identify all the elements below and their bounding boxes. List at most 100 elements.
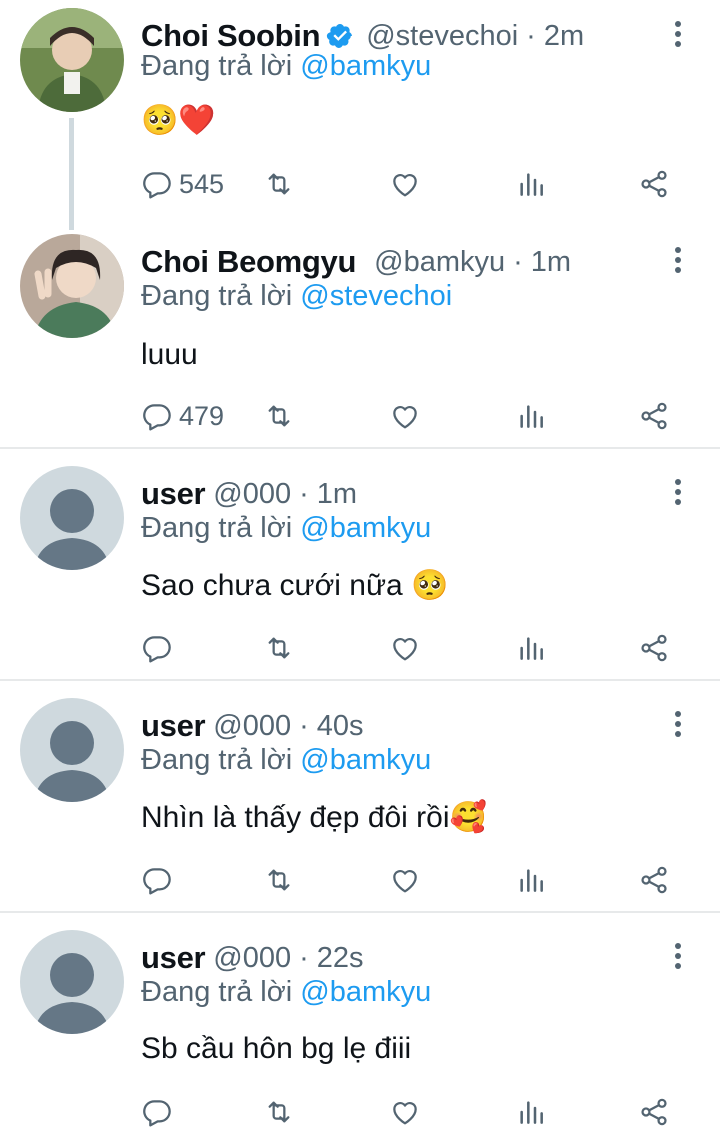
author-name[interactable]: Choi Beomgyu <box>141 244 356 280</box>
tweet-text: Sao chưa cưới nữa 🥺 <box>141 569 449 602</box>
analytics-icon <box>520 1101 543 1124</box>
retweet-button[interactable] <box>263 626 295 670</box>
tweet-text: luuu <box>141 338 198 371</box>
author-name[interactable]: user <box>141 476 206 512</box>
separator-dot: · <box>513 245 523 278</box>
reply-icon <box>143 172 171 199</box>
like-button[interactable] <box>389 162 421 206</box>
share-button[interactable] <box>638 162 670 206</box>
timestamp[interactable]: 1m <box>531 246 571 279</box>
tweet-item[interactable]: user @000 · 22s Đang trả lời @bamkyu Sb … <box>0 922 720 1138</box>
more-options-icon[interactable] <box>666 240 690 280</box>
heart-icon <box>393 637 417 661</box>
share-button[interactable] <box>638 394 670 438</box>
tweet-item[interactable]: user @000 · 40s Đang trả lời @bamkyu Nhì… <box>0 690 720 912</box>
replying-to-handle[interactable]: @bamkyu <box>300 744 431 776</box>
tweet-divider <box>0 447 720 449</box>
analytics-button[interactable] <box>515 626 547 670</box>
tweet-header: user @000 · 40s <box>141 704 364 748</box>
author-handle[interactable]: @000 <box>213 710 291 743</box>
retweet-icon <box>268 637 290 659</box>
timestamp[interactable]: 1m <box>317 478 357 511</box>
verified-badge-icon <box>327 24 353 48</box>
share-button[interactable] <box>638 1090 670 1134</box>
author-name[interactable]: user <box>141 708 206 744</box>
more-options-icon[interactable] <box>666 472 690 512</box>
analytics-button[interactable] <box>515 1090 547 1134</box>
separator-dot: · <box>526 19 536 52</box>
reply-button[interactable]: 479 <box>141 394 224 438</box>
reply-count: 479 <box>179 400 225 431</box>
replying-to-handle[interactable]: @stevechoi <box>300 280 452 312</box>
retweet-icon <box>268 1101 290 1123</box>
share-icon <box>641 170 667 198</box>
replying-to-label: Đang trả lời <box>141 512 293 544</box>
separator-dot: · <box>299 477 309 510</box>
retweet-button[interactable] <box>263 394 295 438</box>
replying-to-line: Đang trả lời @bamkyu <box>141 744 431 777</box>
analytics-icon <box>520 637 543 660</box>
reply-icon <box>143 868 171 895</box>
tweet-actions <box>141 1090 701 1134</box>
default-avatar[interactable] <box>20 698 124 802</box>
timestamp[interactable]: 40s <box>317 710 364 743</box>
like-button[interactable] <box>389 626 421 670</box>
retweet-button[interactable] <box>263 162 295 206</box>
timestamp[interactable]: 2m <box>544 20 584 53</box>
retweet-button[interactable] <box>263 858 295 902</box>
author-handle[interactable]: @000 <box>213 478 291 511</box>
author-handle[interactable]: @stevechoi <box>366 20 518 53</box>
share-icon <box>641 866 667 894</box>
replying-to-line: Đang trả lời @stevechoi <box>141 280 452 313</box>
tweet-actions <box>141 858 701 902</box>
tweet-item[interactable]: Choi Soobin @stevechoi · 2m Đang trả lời… <box>0 0 720 220</box>
replying-to-line: Đang trả lời @bamkyu <box>141 512 431 545</box>
more-options-icon[interactable] <box>666 14 690 54</box>
analytics-button[interactable] <box>515 394 547 438</box>
default-avatar[interactable] <box>20 930 124 1034</box>
tweet-header: user @000 · 1m <box>141 472 357 516</box>
retweet-button[interactable] <box>263 1090 295 1134</box>
replying-to-handle[interactable]: @bamkyu <box>300 50 431 82</box>
analytics-button[interactable] <box>515 162 547 206</box>
like-button[interactable] <box>389 394 421 438</box>
avatar[interactable] <box>20 8 124 112</box>
tweet-actions <box>141 626 701 670</box>
reply-button[interactable] <box>141 858 173 902</box>
tweet-divider <box>0 679 720 681</box>
replying-to-line: Đang trả lời @bamkyu <box>141 50 431 83</box>
share-button[interactable] <box>638 858 670 902</box>
replying-to-handle[interactable]: @bamkyu <box>300 512 431 544</box>
reply-button[interactable]: 545 <box>141 162 224 206</box>
timestamp[interactable]: 22s <box>317 942 364 975</box>
like-button[interactable] <box>389 858 421 902</box>
tweet-item[interactable]: user @000 · 1m Đang trả lời @bamkyu Sao … <box>0 458 720 680</box>
author-handle[interactable]: @000 <box>213 942 291 975</box>
separator-dot: · <box>299 941 309 974</box>
analytics-button[interactable] <box>515 858 547 902</box>
share-icon <box>641 402 667 430</box>
avatar[interactable] <box>20 234 124 338</box>
reply-button[interactable] <box>141 1090 173 1134</box>
author-name[interactable]: user <box>141 940 206 976</box>
tweet-text: Sb cầu hôn bg lẹ điii <box>141 1032 412 1065</box>
share-button[interactable] <box>638 626 670 670</box>
tweet-divider <box>0 911 720 913</box>
heart-icon <box>393 1101 417 1125</box>
heart-icon <box>393 869 417 893</box>
heart-icon <box>393 173 417 197</box>
author-handle[interactable]: @bamkyu <box>374 246 505 279</box>
more-options-icon[interactable] <box>666 704 690 744</box>
share-icon <box>641 1098 667 1126</box>
retweet-icon <box>268 173 290 195</box>
reply-button[interactable] <box>141 626 173 670</box>
share-icon <box>641 634 667 662</box>
tweet-actions: 479 <box>141 394 701 438</box>
default-avatar[interactable] <box>20 466 124 570</box>
author-name[interactable]: Choi Soobin <box>141 18 321 54</box>
tweet-item[interactable]: Choi Beomgyu @bamkyu · 1m Đang trả lời @… <box>0 226 720 448</box>
tweet-text: Nhìn là thấy đẹp đôi rồi🥰 <box>141 801 487 834</box>
like-button[interactable] <box>389 1090 421 1134</box>
more-options-icon[interactable] <box>666 936 690 976</box>
replying-to-handle[interactable]: @bamkyu <box>300 976 431 1008</box>
